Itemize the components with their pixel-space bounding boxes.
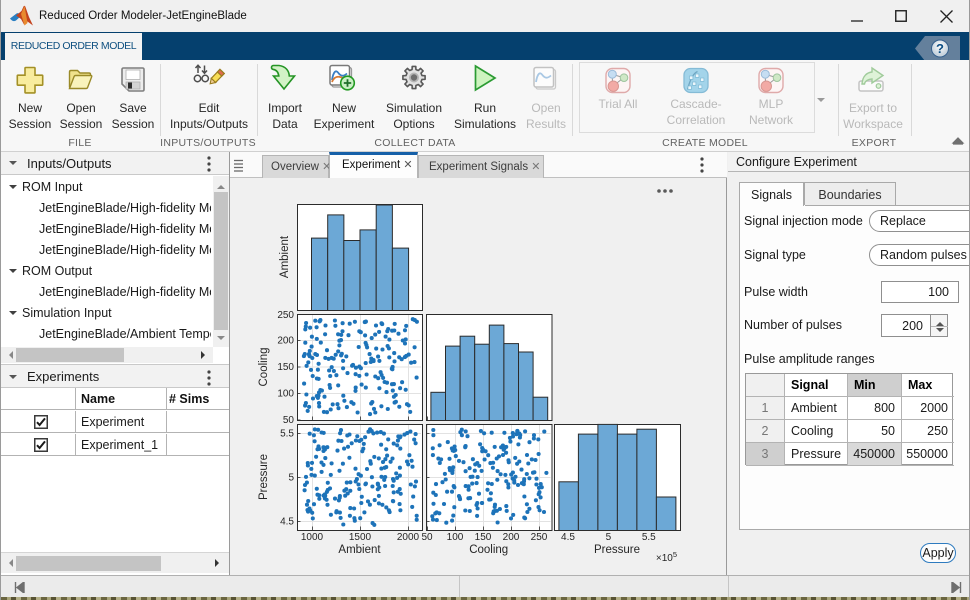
svg-text:5.5: 5.5 (642, 532, 656, 543)
svg-text:150: 150 (277, 362, 294, 373)
svg-text:5: 5 (288, 473, 294, 484)
svg-text:1000: 1000 (301, 532, 324, 543)
svg-text:Pressure: Pressure (594, 544, 640, 556)
svg-text:250: 250 (277, 310, 294, 321)
svg-text:?: ? (936, 41, 944, 56)
svg-text:2000: 2000 (397, 532, 420, 543)
svg-text:×105: ×105 (656, 550, 677, 564)
svg-text:50: 50 (283, 415, 295, 426)
svg-text:200: 200 (277, 336, 294, 347)
svg-text:100: 100 (447, 532, 464, 543)
svg-text:100: 100 (277, 389, 294, 400)
svg-text:Cooling: Cooling (258, 348, 270, 387)
svg-text:250: 250 (531, 532, 548, 543)
svg-text:Cooling: Cooling (469, 544, 508, 556)
svg-text:200: 200 (503, 532, 520, 543)
svg-text:150: 150 (475, 532, 492, 543)
svg-text:5: 5 (606, 532, 612, 543)
svg-text:1500: 1500 (349, 532, 372, 543)
svg-text:5.5: 5.5 (280, 429, 294, 440)
svg-text:4.5: 4.5 (280, 517, 294, 528)
svg-text:50: 50 (421, 532, 433, 543)
svg-text:Ambient: Ambient (279, 235, 291, 278)
svg-text:Pressure: Pressure (258, 454, 270, 500)
svg-text:Ambient: Ambient (338, 544, 381, 556)
svg-text:4.5: 4.5 (561, 532, 575, 543)
